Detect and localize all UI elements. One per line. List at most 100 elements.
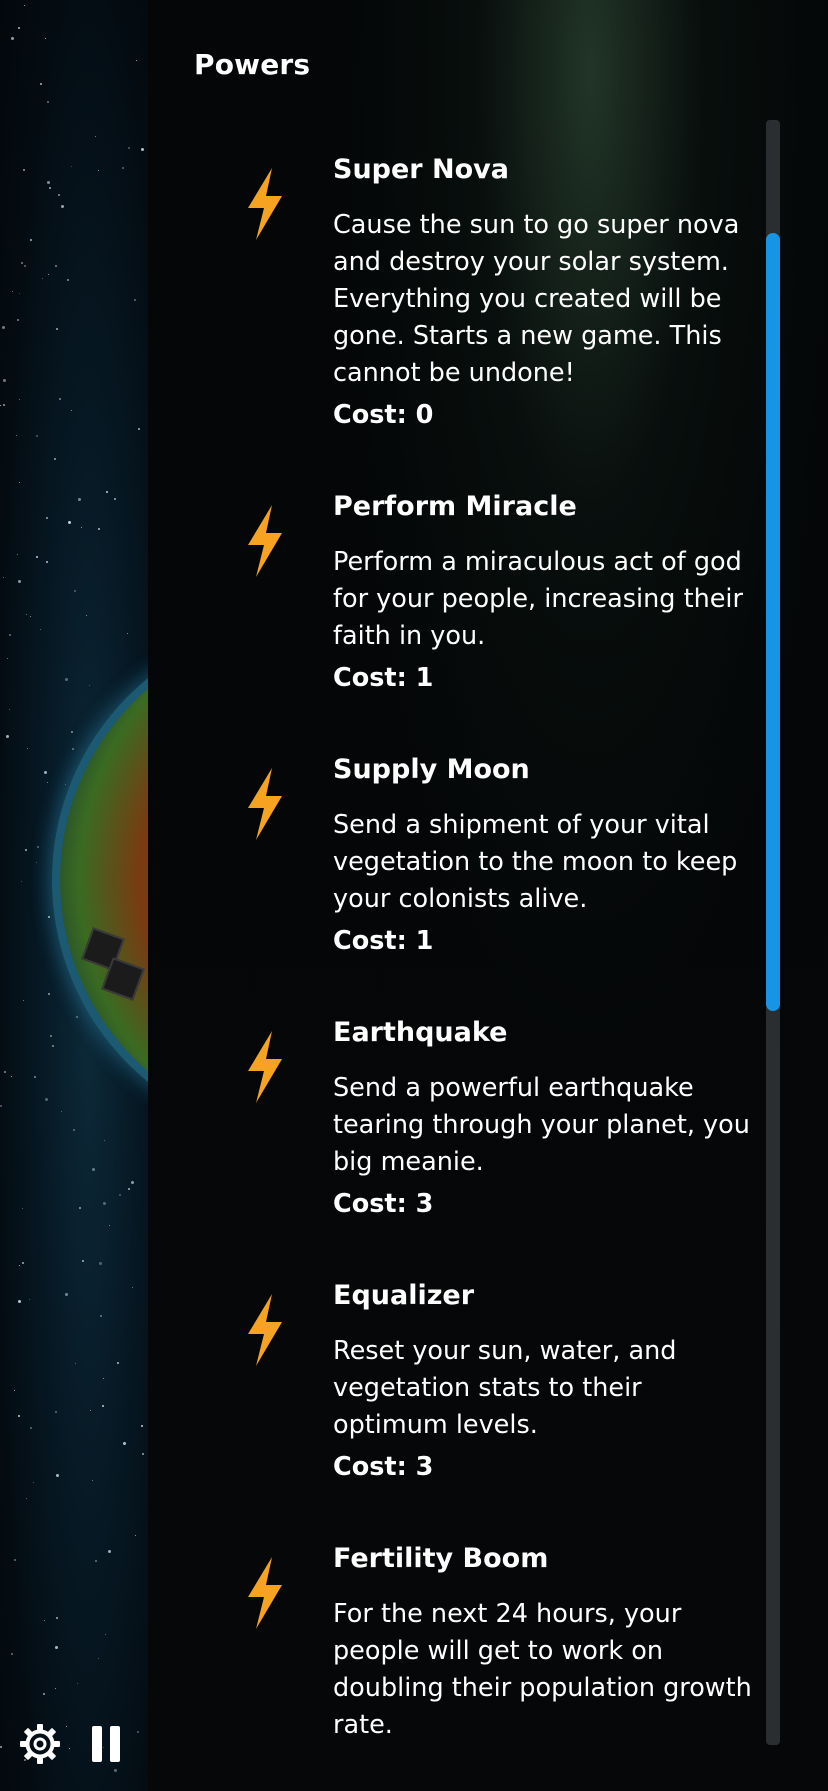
star	[43, 1693, 45, 1695]
star	[117, 1362, 119, 1364]
star	[19, 482, 20, 483]
power-cost: Cost: 1	[333, 663, 434, 693]
star	[56, 328, 58, 330]
star	[23, 1000, 24, 1001]
star	[22, 1262, 24, 1264]
star	[19, 399, 20, 400]
star	[44, 1620, 45, 1621]
star	[105, 1634, 106, 1635]
star	[29, 1299, 30, 1300]
star	[67, 279, 69, 281]
star	[90, 1410, 91, 1411]
star	[103, 1202, 106, 1205]
star	[82, 1260, 84, 1262]
star	[66, 1726, 67, 1727]
star	[48, 993, 50, 995]
power-cost: Cost: 0	[333, 400, 434, 430]
star	[14, 1559, 16, 1561]
star	[55, 1688, 56, 1689]
star	[0, 1105, 2, 1107]
star	[103, 1378, 104, 1379]
star	[16, 435, 17, 436]
star	[92, 1480, 93, 1481]
star	[22, 1208, 23, 1209]
star	[9, 709, 10, 710]
power-description: Send a powerful earthquake tearing throu…	[333, 1073, 750, 1177]
star	[106, 491, 108, 493]
star	[136, 60, 137, 61]
star	[18, 580, 21, 583]
star	[46, 561, 48, 563]
star	[68, 521, 71, 524]
star	[74, 590, 76, 592]
star	[61, 205, 64, 208]
star	[3, 404, 5, 406]
star	[7, 658, 8, 659]
star	[131, 1181, 134, 1184]
star	[19, 1265, 20, 1266]
star	[104, 1140, 105, 1141]
star	[78, 498, 81, 501]
star	[27, 748, 28, 749]
star	[109, 1225, 110, 1226]
star	[71, 166, 72, 167]
star	[65, 678, 68, 681]
star	[95, 1560, 97, 1562]
planet[interactable]	[52, 620, 148, 1140]
power-title: Fertility Boom	[333, 1543, 549, 1574]
star	[141, 1425, 143, 1427]
star	[19, 293, 20, 294]
star	[77, 1683, 78, 1684]
star	[55, 1411, 57, 1413]
star	[24, 5, 25, 6]
star	[123, 1442, 126, 1445]
star	[119, 1194, 121, 1196]
star	[47, 181, 50, 184]
star	[47, 101, 49, 103]
star	[142, 1453, 144, 1455]
power-title: Earthquake	[333, 1017, 508, 1048]
pause-bar	[92, 1726, 102, 1762]
power-description: Cause the sun to go super nova and destr…	[333, 210, 740, 388]
star	[36, 556, 38, 558]
star	[86, 615, 87, 616]
star	[98, 1658, 99, 1659]
power-title: Perform Miracle	[333, 491, 577, 522]
star	[44, 771, 47, 774]
star	[71, 731, 73, 733]
scrollbar-thumb[interactable]	[766, 233, 780, 1011]
star	[34, 1076, 36, 1078]
lightning-bolt-icon	[248, 168, 282, 240]
star	[95, 136, 96, 137]
lightning-bolt-icon	[248, 1557, 282, 1629]
star	[72, 748, 74, 750]
star	[102, 1405, 104, 1407]
power-cost: Cost: 3	[333, 1452, 434, 1482]
star	[55, 265, 57, 267]
lightning-bolt-icon	[248, 505, 282, 577]
pause-bar	[110, 1726, 120, 1762]
power-cost: Cost: 1	[333, 926, 434, 956]
space-background	[0, 0, 148, 1791]
star	[55, 1646, 58, 1649]
star	[24, 265, 26, 267]
power-description: Send a shipment of your vital vegetation…	[333, 810, 738, 914]
star	[45, 1098, 48, 1101]
star	[2, 326, 5, 329]
lightning-bolt-icon	[248, 1031, 282, 1103]
power-title: Equalizer	[333, 1280, 475, 1311]
power-title: Super Nova	[333, 154, 509, 185]
star	[18, 1300, 21, 1303]
power-description: Reset your sun, water, and vegetation st…	[333, 1336, 677, 1440]
gear-icon	[20, 1724, 60, 1764]
star	[92, 1168, 95, 1171]
settings-button[interactable]	[18, 1722, 62, 1766]
star	[14, 1390, 15, 1391]
star	[33, 1482, 34, 1483]
power-description: Perform a miraculous act of god for your…	[333, 547, 744, 651]
panel-title: Powers	[194, 48, 311, 81]
star	[46, 517, 48, 519]
star	[47, 782, 48, 783]
pause-button[interactable]	[90, 1726, 122, 1762]
star	[40, 83, 42, 85]
